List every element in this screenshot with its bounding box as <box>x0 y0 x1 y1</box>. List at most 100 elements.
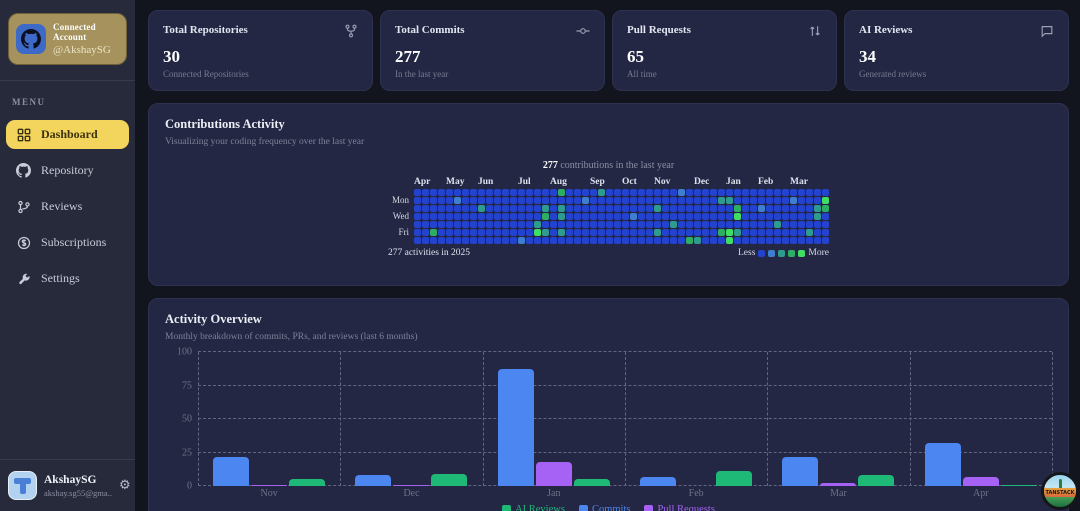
contribution-cell[interactable] <box>590 205 597 212</box>
bar-pull-requests-nov[interactable] <box>251 484 288 486</box>
contribution-cell[interactable] <box>438 237 445 244</box>
contribution-cell[interactable] <box>414 197 421 204</box>
contribution-cell[interactable] <box>654 237 661 244</box>
contribution-cell[interactable] <box>814 197 821 204</box>
contribution-cell[interactable] <box>822 221 829 228</box>
contribution-cell[interactable] <box>566 221 573 228</box>
contribution-cell[interactable] <box>470 189 477 196</box>
contribution-cell[interactable] <box>606 237 613 244</box>
contribution-cell[interactable] <box>606 205 613 212</box>
contribution-cell[interactable] <box>550 229 557 236</box>
contribution-cell[interactable] <box>670 197 677 204</box>
contribution-cell[interactable] <box>742 189 749 196</box>
bar-commits-apr[interactable] <box>924 443 961 486</box>
contribution-cell[interactable] <box>478 197 485 204</box>
contribution-cell[interactable] <box>422 213 429 220</box>
contribution-cell[interactable] <box>430 229 437 236</box>
contribution-cell[interactable] <box>534 221 541 228</box>
contribution-cell[interactable] <box>654 189 661 196</box>
contribution-cell[interactable] <box>454 221 461 228</box>
contribution-cell[interactable] <box>678 229 685 236</box>
contribution-cell[interactable] <box>550 213 557 220</box>
contribution-cell[interactable] <box>558 237 565 244</box>
contribution-cell[interactable] <box>486 197 493 204</box>
contribution-cell[interactable] <box>598 205 605 212</box>
contribution-cell[interactable] <box>654 197 661 204</box>
contribution-cell[interactable] <box>622 205 629 212</box>
contribution-cell[interactable] <box>638 213 645 220</box>
contribution-cell[interactable] <box>462 237 469 244</box>
contribution-cell[interactable] <box>662 197 669 204</box>
contribution-cell[interactable] <box>478 189 485 196</box>
contribution-cell[interactable] <box>718 189 725 196</box>
contribution-cell[interactable] <box>462 221 469 228</box>
contribution-cell[interactable] <box>678 189 685 196</box>
contribution-cell[interactable] <box>798 221 805 228</box>
contribution-cell[interactable] <box>614 229 621 236</box>
contribution-cell[interactable] <box>414 221 421 228</box>
contribution-cell[interactable] <box>630 205 637 212</box>
contribution-cell[interactable] <box>614 237 621 244</box>
contribution-cell[interactable] <box>582 197 589 204</box>
contribution-cell[interactable] <box>678 221 685 228</box>
contribution-cell[interactable] <box>694 213 701 220</box>
contribution-cell[interactable] <box>526 229 533 236</box>
contribution-cell[interactable] <box>710 205 717 212</box>
contribution-cell[interactable] <box>774 221 781 228</box>
contribution-cell[interactable] <box>686 229 693 236</box>
contribution-cell[interactable] <box>702 237 709 244</box>
contribution-cell[interactable] <box>582 221 589 228</box>
contribution-cell[interactable] <box>454 189 461 196</box>
contribution-cell[interactable] <box>710 197 717 204</box>
contribution-cell[interactable] <box>678 213 685 220</box>
contribution-cell[interactable] <box>670 229 677 236</box>
contribution-cell[interactable] <box>446 221 453 228</box>
contribution-cell[interactable] <box>646 229 653 236</box>
contribution-cell[interactable] <box>678 197 685 204</box>
contribution-cell[interactable] <box>518 237 525 244</box>
contribution-cell[interactable] <box>494 237 501 244</box>
contribution-cell[interactable] <box>574 189 581 196</box>
contribution-cell[interactable] <box>550 221 557 228</box>
contribution-cell[interactable] <box>662 189 669 196</box>
contribution-cell[interactable] <box>822 213 829 220</box>
contribution-cell[interactable] <box>462 189 469 196</box>
contribution-cell[interactable] <box>726 213 733 220</box>
contribution-cell[interactable] <box>438 189 445 196</box>
contribution-cell[interactable] <box>534 189 541 196</box>
contribution-cell[interactable] <box>454 197 461 204</box>
contribution-cell[interactable] <box>798 205 805 212</box>
contribution-cell[interactable] <box>726 221 733 228</box>
contribution-cell[interactable] <box>822 237 829 244</box>
contribution-cell[interactable] <box>630 197 637 204</box>
contribution-cell[interactable] <box>670 213 677 220</box>
contribution-cell[interactable] <box>646 205 653 212</box>
contribution-cell[interactable] <box>750 197 757 204</box>
contribution-cell[interactable] <box>630 237 637 244</box>
contribution-cell[interactable] <box>486 221 493 228</box>
contribution-cell[interactable] <box>662 213 669 220</box>
contribution-cell[interactable] <box>542 205 549 212</box>
contribution-cell[interactable] <box>550 197 557 204</box>
contribution-cell[interactable] <box>590 229 597 236</box>
contribution-cell[interactable] <box>630 213 637 220</box>
contribution-cell[interactable] <box>494 221 501 228</box>
contribution-cell[interactable] <box>790 221 797 228</box>
contribution-cell[interactable] <box>822 205 829 212</box>
contribution-cell[interactable] <box>718 197 725 204</box>
contribution-cell[interactable] <box>798 229 805 236</box>
contribution-cell[interactable] <box>534 205 541 212</box>
contribution-cell[interactable] <box>774 229 781 236</box>
contribution-cell[interactable] <box>734 221 741 228</box>
contribution-cell[interactable] <box>622 221 629 228</box>
contribution-cell[interactable] <box>502 189 509 196</box>
contribution-cell[interactable] <box>822 189 829 196</box>
contribution-cell[interactable] <box>798 213 805 220</box>
contribution-cell[interactable] <box>446 229 453 236</box>
contribution-cell[interactable] <box>790 205 797 212</box>
contribution-cell[interactable] <box>734 237 741 244</box>
contribution-cell[interactable] <box>470 197 477 204</box>
contribution-cell[interactable] <box>478 229 485 236</box>
contribution-cell[interactable] <box>614 213 621 220</box>
contribution-cell[interactable] <box>814 189 821 196</box>
